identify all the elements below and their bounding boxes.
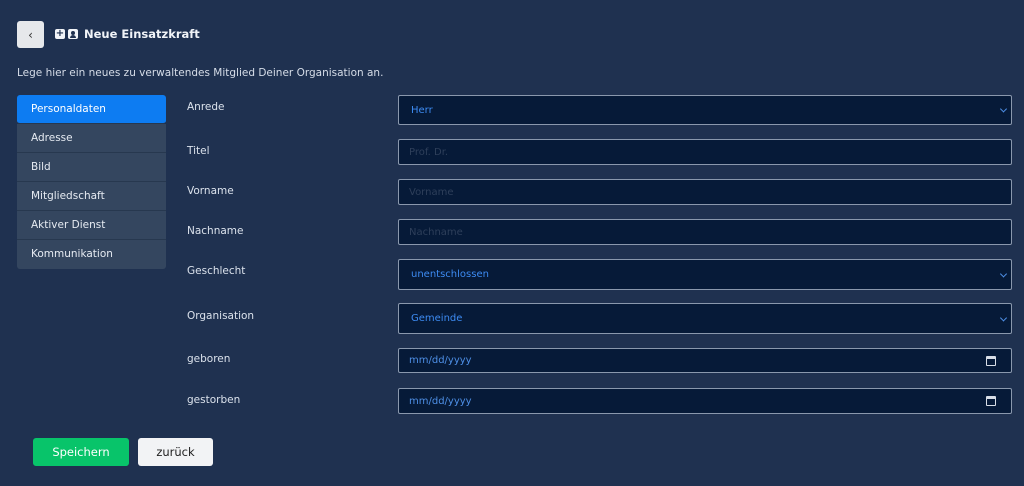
calendar-icon[interactable] — [986, 396, 996, 406]
chevron-down-icon — [999, 269, 1008, 278]
plus-icon: + — [55, 28, 65, 39]
organisation-label: Organisation — [187, 310, 255, 322]
titel-placeholder: Prof. Dr. — [409, 146, 449, 158]
page-title: + Neue Einsatzkraft — [55, 26, 200, 42]
user-icon — [68, 29, 78, 39]
sidebar-item-mitgliedschaft[interactable]: Mitgliedschaft — [17, 182, 166, 211]
chevron-left-icon: ‹ — [28, 27, 33, 42]
geboren-value: mm/dd/yyyy — [409, 355, 472, 366]
calendar-icon[interactable] — [986, 355, 996, 366]
vorname-label: Vorname — [187, 185, 234, 197]
anrede-label: Anrede — [187, 101, 225, 113]
back-button[interactable]: ‹ — [17, 21, 44, 48]
back-text-button[interactable]: zurück — [138, 438, 213, 466]
gestorben-value: mm/dd/yyyy — [409, 395, 472, 407]
page-title-text: Neue Einsatzkraft — [84, 27, 200, 41]
nachname-placeholder: Nachname — [409, 226, 463, 238]
nachname-label: Nachname — [187, 225, 244, 237]
gestorben-label: gestorben — [187, 394, 241, 406]
geschlecht-select[interactable]: unentschlossen — [398, 259, 1012, 290]
anrede-select[interactable]: Herr — [398, 95, 1012, 125]
sidebar-item-kommunikation[interactable]: Kommunikation — [17, 240, 166, 269]
sidebar-item-adresse[interactable]: Adresse — [17, 124, 166, 153]
anrede-value: Herr — [411, 104, 433, 116]
sidebar-item-personaldaten[interactable]: Personaldaten — [17, 95, 166, 124]
sidebar-item-aktiver-dienst[interactable]: Aktiver Dienst — [17, 211, 166, 240]
save-button[interactable]: Speichern — [33, 438, 129, 466]
geboren-date-input[interactable]: mm/dd/yyyy — [398, 348, 1012, 373]
organisation-select[interactable]: Gemeinde — [398, 303, 1012, 334]
geschlecht-label: Geschlecht — [187, 265, 246, 277]
chevron-down-icon — [999, 105, 1008, 113]
vorname-placeholder: Vorname — [409, 186, 454, 198]
geboren-label: geboren — [187, 353, 231, 365]
gestorben-date-input[interactable]: mm/dd/yyyy — [398, 388, 1012, 414]
chevron-down-icon — [999, 313, 1008, 322]
organisation-value: Gemeinde — [411, 313, 463, 324]
titel-label: Titel — [187, 145, 210, 157]
nachname-input[interactable]: Nachname — [398, 219, 1012, 245]
vorname-input[interactable]: Vorname — [398, 179, 1012, 205]
geschlecht-value: unentschlossen — [411, 269, 489, 280]
sidebar-item-bild[interactable]: Bild — [17, 153, 166, 182]
titel-input[interactable]: Prof. Dr. — [398, 139, 1012, 165]
sidebar-nav: Personaldaten Adresse Bild Mitgliedschaf… — [17, 95, 166, 269]
intro-text: Lege hier ein neues zu verwaltendes Mitg… — [17, 67, 384, 79]
